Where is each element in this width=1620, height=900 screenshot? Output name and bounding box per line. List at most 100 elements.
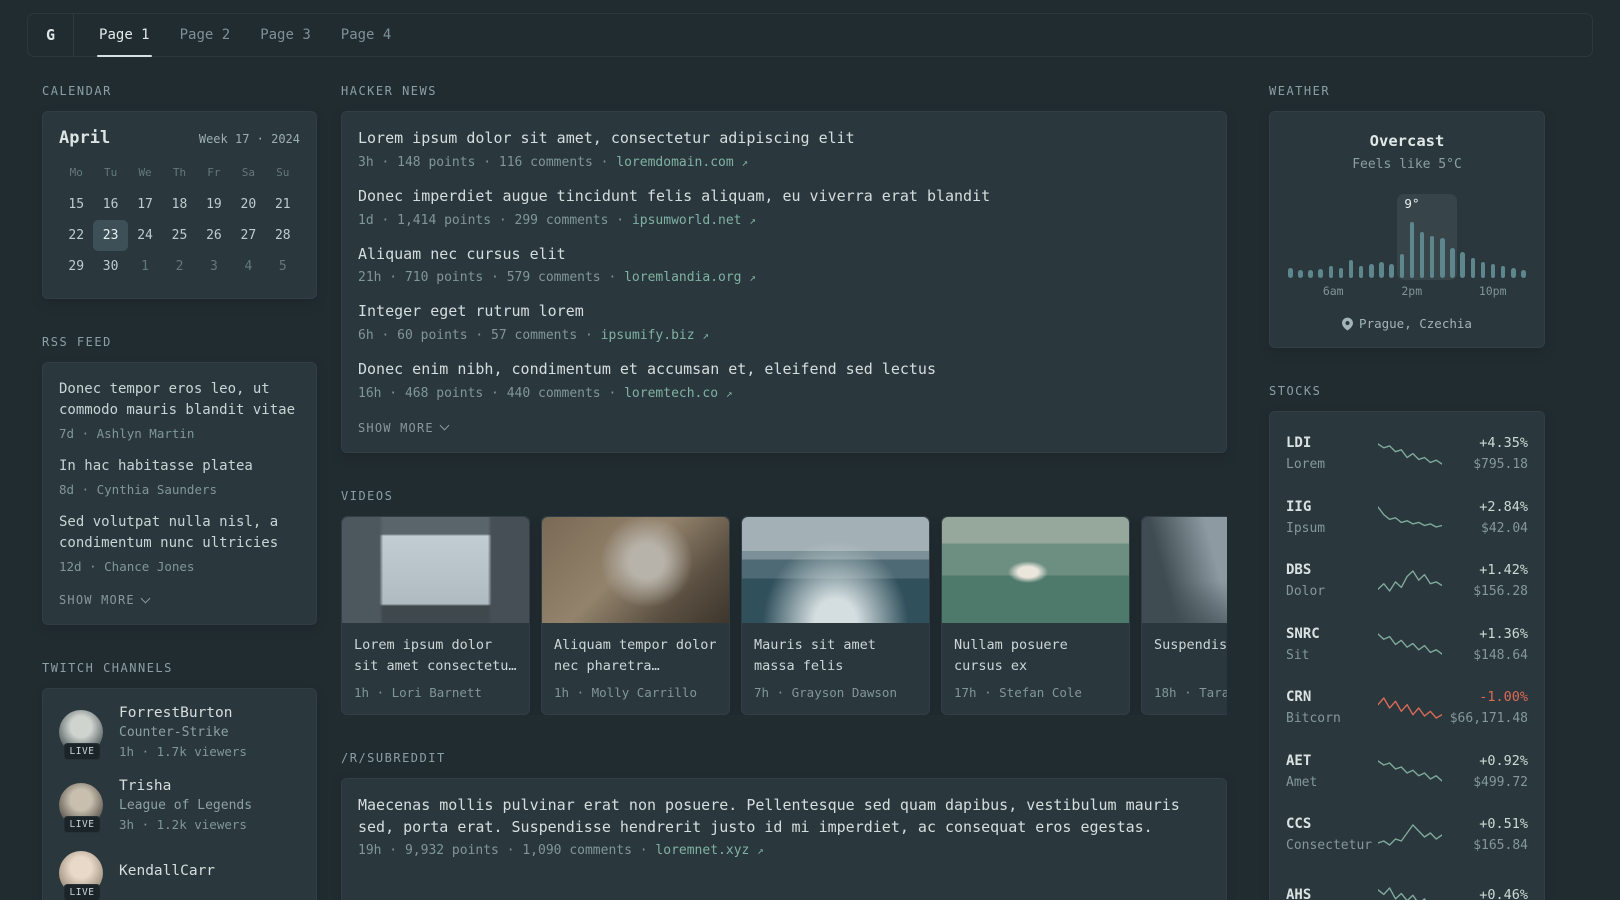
page-tab[interactable]: Page 4	[326, 14, 407, 56]
dashboard-content: CALENDAR April Week 17 · 2024 Mo Tu We Th Fr…	[0, 84, 1620, 900]
hackernews-item-domain-link[interactable]: loremtech.co ↗	[624, 386, 732, 401]
hackernews-section: HACKER NEWS Lorem ipsum dolor sit amet, …	[341, 84, 1227, 453]
hackernews-card: Lorem ipsum dolor sit amet, consectetur …	[341, 111, 1227, 453]
video-title: Aliquam tempor dolor nec pharetra…	[554, 636, 717, 674]
video-card[interactable]: Nullam posuere cursus ex 17h · Stefan Co…	[941, 515, 1130, 715]
rss-section-title: RSS FEED	[42, 335, 112, 349]
weather-condition: Overcast	[1369, 132, 1445, 150]
stock-sparkline	[1378, 568, 1442, 594]
stock-row[interactable]: DBS Dolor +1.42% $156.28	[1286, 549, 1528, 613]
stock-row[interactable]: CRN Bitcorn -1.00% $66,171.48	[1286, 676, 1528, 740]
external-link-icon: ↗	[749, 271, 756, 285]
calendar-day: 1	[141, 259, 149, 274]
stock-change: +0.46%	[1479, 887, 1528, 900]
stock-ticker: CRN	[1286, 689, 1312, 706]
stock-change: +1.42%	[1479, 562, 1528, 579]
rss-item-title[interactable]: Donec tempor eros leo, ut commodo mauris…	[59, 379, 300, 421]
twitch-channel-viewers: 1h · 1.7k viewers	[119, 744, 247, 759]
hackernews-item-domain-link[interactable]: ipsumworld.net ↗	[632, 213, 756, 228]
live-badge: LIVE	[63, 743, 101, 760]
twitch-channel-row[interactable]: LIVE Trisha League of Legends 3h · 1.2k …	[59, 778, 300, 833]
video-thumbnail	[742, 516, 929, 623]
video-card[interactable]: Mauris sit amet massa felis 7h · Grayson…	[741, 515, 930, 715]
calendar-weekday: Th	[172, 166, 187, 179]
rss-item-title[interactable]: Sed volutpat nulla nisl, a condimentum n…	[59, 512, 300, 554]
twitch-section-title: TWITCH CHANNELS	[42, 661, 173, 675]
calendar-week-year: Week 17 · 2024	[198, 132, 300, 146]
stock-name: Consectetur	[1286, 838, 1373, 854]
calendar-day: 16	[102, 197, 119, 212]
hackernews-item-title[interactable]: Lorem ipsum dolor sit amet, consectetur …	[358, 128, 1210, 150]
calendar-day: 22	[68, 228, 85, 243]
calendar-section-title: CALENDAR	[42, 84, 112, 98]
hackernews-item-domain-link[interactable]: loremdomain.com ↗	[616, 155, 748, 170]
stock-ticker: LDI	[1286, 435, 1312, 452]
stock-name: Lorem	[1286, 457, 1326, 473]
right-column: WEATHER Overcast Feels like 5°C 9° 6am 2p…	[1269, 84, 1545, 900]
stock-row[interactable]: IIG Ipsum +2.84% $42.04	[1286, 486, 1528, 550]
hackernews-item: Lorem ipsum dolor sit amet, consectetur …	[358, 128, 1210, 170]
calendar-days-grid: 15 16 17 18 19 20 21 22 23 24 25 26 27 28 29 30 1 2 3 4 5	[59, 189, 300, 282]
hackernews-item-title[interactable]: Donec imperdiet augue tincidunt felis al…	[358, 186, 1210, 208]
hackernews-item: Integer eget rutrum lorem 6h · 60 points…	[358, 301, 1210, 343]
hackernews-item-domain-link[interactable]: loremlandia.org ↗	[624, 270, 756, 285]
hackernews-item-domain-link[interactable]: ipsumify.biz ↗	[601, 328, 709, 343]
stock-row[interactable]: SNRC Sit +1.36% $148.64	[1286, 613, 1528, 677]
stock-sparkline	[1378, 441, 1442, 467]
stock-ticker: AHS	[1286, 887, 1312, 900]
calendar-day: 21	[274, 197, 291, 212]
stock-ticker: AET	[1286, 752, 1312, 769]
hackernews-show-more-button[interactable]: SHOW MORE	[358, 421, 450, 435]
weather-location: Prague, Czechia	[1286, 316, 1528, 331]
chevron-down-icon	[140, 593, 151, 603]
calendar-day: 24	[137, 228, 153, 243]
rss-show-more-button[interactable]: SHOW MORE	[59, 593, 151, 607]
stock-row[interactable]: AHS +0.46%	[1286, 867, 1528, 900]
twitch-channel-game: Counter-Strike	[119, 725, 229, 740]
calendar-day: 23	[93, 220, 128, 251]
page-tab[interactable]: Page 3	[245, 14, 326, 56]
stock-row[interactable]: LDI Lorem +4.35% $795.18	[1286, 422, 1528, 486]
page-tab[interactable]: Page 1	[84, 14, 165, 57]
page-tabs: Page 1 Page 2 Page 3 Page 4	[84, 14, 407, 57]
stocks-card: LDI Lorem +4.35% $795.18 IIG Ipsum +2.84…	[1269, 411, 1545, 900]
calendar-day: 4	[244, 259, 253, 274]
video-card[interactable]: Suspendisse diam 18h · Tara	[1141, 515, 1227, 715]
twitch-channel-name: Trisha	[119, 778, 172, 794]
video-meta: 18h · Tara	[1154, 684, 1227, 700]
hackernews-item: Aliquam nec cursus elit 21h · 710 points…	[358, 244, 1210, 286]
page-tab[interactable]: Page 2	[165, 14, 246, 56]
location-pin-icon	[1342, 317, 1354, 330]
video-card[interactable]: Lorem ipsum dolor sit amet consectetu… 1…	[341, 515, 530, 715]
stock-row[interactable]: AET Amet +0.92% $499.72	[1286, 740, 1528, 804]
live-badge: LIVE	[63, 816, 101, 833]
twitch-channel-row[interactable]: LIVE ForrestBurton Counter-Strike 1h · 1…	[59, 705, 300, 760]
stock-ticker: DBS	[1286, 562, 1312, 579]
stock-change: +0.51%	[1479, 816, 1528, 833]
hackernews-item-title[interactable]: Donec enim nibh, condimentum et accumsan…	[358, 359, 1210, 381]
rss-section: RSS FEED Donec tempor eros leo, ut commo…	[42, 335, 317, 625]
calendar-weekday: Fr	[207, 166, 221, 179]
left-column: CALENDAR April Week 17 · 2024 Mo Tu We Th Fr…	[42, 84, 317, 900]
stock-ticker: CCS	[1286, 816, 1312, 833]
video-card[interactable]: Aliquam tempor dolor nec pharetra… 1h · …	[541, 515, 730, 715]
calendar-day: 15	[68, 197, 85, 212]
calendar-weekday: Su	[276, 166, 290, 179]
reddit-post-domain-link[interactable]: loremnet.xyz ↗	[655, 843, 763, 858]
reddit-post-title[interactable]: Maecenas mollis pulvinar erat non posuer…	[358, 795, 1210, 839]
videos-row: Lorem ipsum dolor sit amet consectetu… 1…	[341, 515, 1227, 715]
video-meta: 1h · Lori Barnett	[354, 684, 482, 700]
rss-item-title[interactable]: In hac habitasse platea	[59, 456, 300, 477]
calendar-day: 3	[210, 259, 218, 274]
hackernews-item-title[interactable]: Aliquam nec cursus elit	[358, 244, 1210, 266]
hackernews-item-title[interactable]: Integer eget rutrum lorem	[358, 301, 1210, 323]
stock-name: Sit	[1286, 647, 1310, 663]
calendar-day: 25	[171, 228, 188, 243]
weather-card: Overcast Feels like 5°C 9° 6am 2pm 10pm Pr…	[1269, 111, 1545, 348]
twitch-channel-row[interactable]: LIVE KendallCarr	[59, 851, 300, 900]
stock-sparkline	[1378, 885, 1442, 900]
stock-row[interactable]: CCS Consectetur +0.51% $165.84	[1286, 803, 1528, 867]
weather-hour-label: 10pm	[1478, 284, 1507, 298]
weather-section-title: WEATHER	[1269, 84, 1331, 98]
stock-change: -1.00%	[1479, 689, 1528, 706]
